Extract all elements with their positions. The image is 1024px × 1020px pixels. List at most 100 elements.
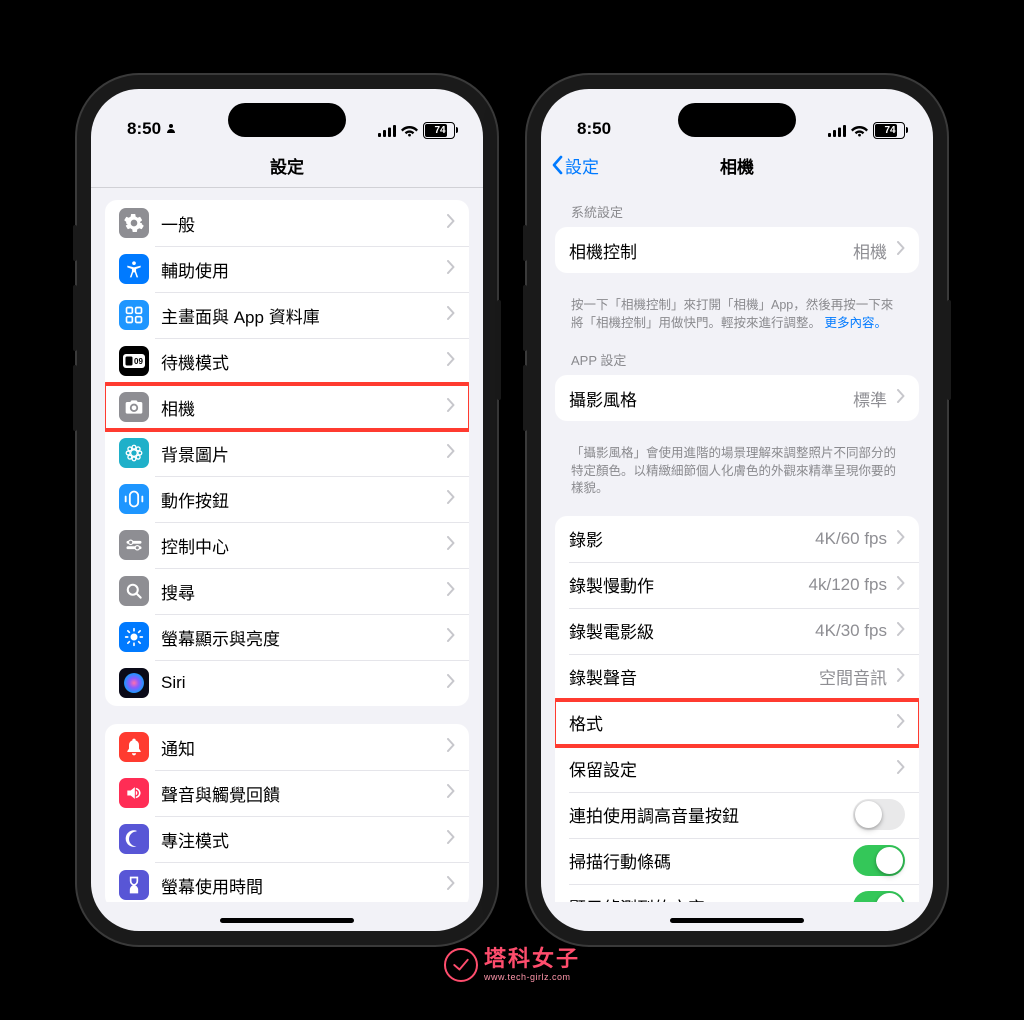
list-item[interactable]: 錄製電影級4K/30 fps [555, 608, 919, 654]
chevron-right-icon [447, 351, 455, 371]
camera-icon [119, 392, 149, 422]
list-item-wallpaper[interactable]: 背景圖片 [105, 430, 469, 476]
chevron-right-icon [447, 627, 455, 647]
bell-icon [119, 732, 149, 762]
side-silent-switch [73, 225, 77, 261]
chevron-right-icon [447, 581, 455, 601]
focus-icon [119, 824, 149, 854]
cellular-icon [828, 125, 846, 137]
phone-left: 8:50 74 設定 [77, 75, 497, 945]
row-label: 輔助使用 [161, 257, 441, 282]
row-camera-control[interactable]: 相機控制 相機 [555, 227, 919, 273]
row-label: 動作按鈕 [161, 487, 441, 512]
row-value: 空間音訊 [819, 664, 887, 689]
chevron-right-icon [897, 575, 905, 595]
wallpaper-icon [119, 438, 149, 468]
settings-group-2: 通知聲音與觸覺回饋專注模式螢幕使用時間 [105, 724, 469, 902]
settings-group-photo-style: 攝影風格 標準 [555, 375, 919, 421]
chevron-right-icon [447, 443, 455, 463]
list-item-siri[interactable]: Siri [105, 660, 469, 706]
brightness-icon [119, 622, 149, 652]
list-item-bell[interactable]: 通知 [105, 724, 469, 770]
control-icon [119, 530, 149, 560]
footer-link[interactable]: 更多內容。 [825, 316, 888, 330]
row-photo-style[interactable]: 攝影風格 標準 [555, 375, 919, 421]
list-item-accessibility[interactable]: 輔助使用 [105, 246, 469, 292]
settings-group-1: 一般輔助使用主畫面與 App 資料庫 09待機模式相機背景圖片動作按鈕控制中心搜尋… [105, 200, 469, 706]
row-value: 標準 [853, 386, 887, 411]
list-item-toggle: 掃描行動條碼 [555, 838, 919, 884]
list-item[interactable]: 格式 [555, 700, 919, 746]
chevron-right-icon [897, 388, 905, 408]
chevron-right-icon [897, 529, 905, 549]
row-label: 螢幕顯示與亮度 [161, 625, 441, 650]
nav-bar: 設定 相機 [541, 143, 933, 188]
list-item[interactable]: 錄製聲音空間音訊 [555, 654, 919, 700]
chevron-right-icon [897, 759, 905, 779]
search-icon [119, 576, 149, 606]
row-label: 保留設定 [569, 756, 891, 781]
toggle-switch[interactable] [853, 845, 905, 876]
list-item[interactable]: 錄製慢動作4k/120 fps [555, 562, 919, 608]
chevron-right-icon [447, 829, 455, 849]
row-label: 相機 [161, 395, 441, 420]
chevron-right-icon [897, 713, 905, 733]
chevron-right-icon [447, 673, 455, 693]
list-item-control[interactable]: 控制中心 [105, 522, 469, 568]
chevron-right-icon [897, 621, 905, 641]
cellular-icon [378, 125, 396, 137]
list-item-camera[interactable]: 相機 [105, 384, 469, 430]
watermark: 塔科女子 www.tech-girlz.com [444, 948, 580, 982]
list-item-focus[interactable]: 專注模式 [105, 816, 469, 862]
row-label: 掃描行動條碼 [569, 848, 853, 873]
watermark-url: www.tech-girlz.com [484, 972, 580, 982]
status-time: 8:50 [577, 119, 611, 139]
battery-icon: 74 [423, 122, 455, 139]
home-indicator [220, 918, 354, 923]
user-indicator-icon [165, 122, 177, 137]
row-value: 4K/60 fps [815, 529, 887, 549]
list-item-gear[interactable]: 一般 [105, 200, 469, 246]
chevron-right-icon [447, 489, 455, 509]
section-header: APP 設定 [555, 350, 919, 375]
nav-title: 設定 [270, 153, 304, 178]
status-time: 8:50 [127, 119, 161, 139]
list-item-search[interactable]: 搜尋 [105, 568, 469, 614]
list-item-standby[interactable]: 09待機模式 [105, 338, 469, 384]
chevron-right-icon [897, 667, 905, 687]
row-label: 一般 [161, 211, 441, 236]
list-item[interactable]: 保留設定 [555, 746, 919, 792]
list-item-sound[interactable]: 聲音與觸覺回饋 [105, 770, 469, 816]
siri-icon [119, 668, 149, 698]
chevron-right-icon [447, 875, 455, 895]
row-label: 聲音與觸覺回饋 [161, 781, 441, 806]
list-item-appgrid[interactable]: 主畫面與 App 資料庫 [105, 292, 469, 338]
list-item-action[interactable]: 動作按鈕 [105, 476, 469, 522]
row-value: 4k/120 fps [809, 575, 887, 595]
chevron-right-icon [447, 213, 455, 233]
side-silent-switch [523, 225, 527, 261]
section-header: 系統設定 [555, 202, 919, 227]
side-volume-up [73, 285, 77, 351]
chevron-right-icon [447, 535, 455, 555]
list-item[interactable]: 錄影4K/60 fps [555, 516, 919, 562]
watermark-title: 塔科女子 [484, 948, 580, 970]
row-label: 主畫面與 App 資料庫 [161, 303, 441, 328]
row-label: 背景圖片 [161, 441, 441, 466]
row-label: 格式 [569, 710, 891, 735]
toggle-switch[interactable] [853, 891, 905, 902]
row-label: 搜尋 [161, 579, 441, 604]
settings-group-recording: 錄影4K/60 fps錄製慢動作4k/120 fps錄製電影級4K/30 fps… [555, 516, 919, 903]
row-label: Siri [161, 673, 441, 693]
row-label: 螢幕使用時間 [161, 873, 441, 898]
row-value: 相機 [853, 238, 887, 263]
toggle-switch[interactable] [853, 799, 905, 830]
nav-back-button[interactable]: 設定 [551, 143, 599, 187]
wifi-icon [851, 125, 868, 137]
side-power [497, 300, 501, 400]
side-volume-down [523, 365, 527, 431]
list-item-screentime[interactable]: 螢幕使用時間 [105, 862, 469, 902]
chevron-right-icon [447, 783, 455, 803]
list-item-brightness[interactable]: 螢幕顯示與亮度 [105, 614, 469, 660]
nav-title: 相機 [720, 153, 754, 178]
